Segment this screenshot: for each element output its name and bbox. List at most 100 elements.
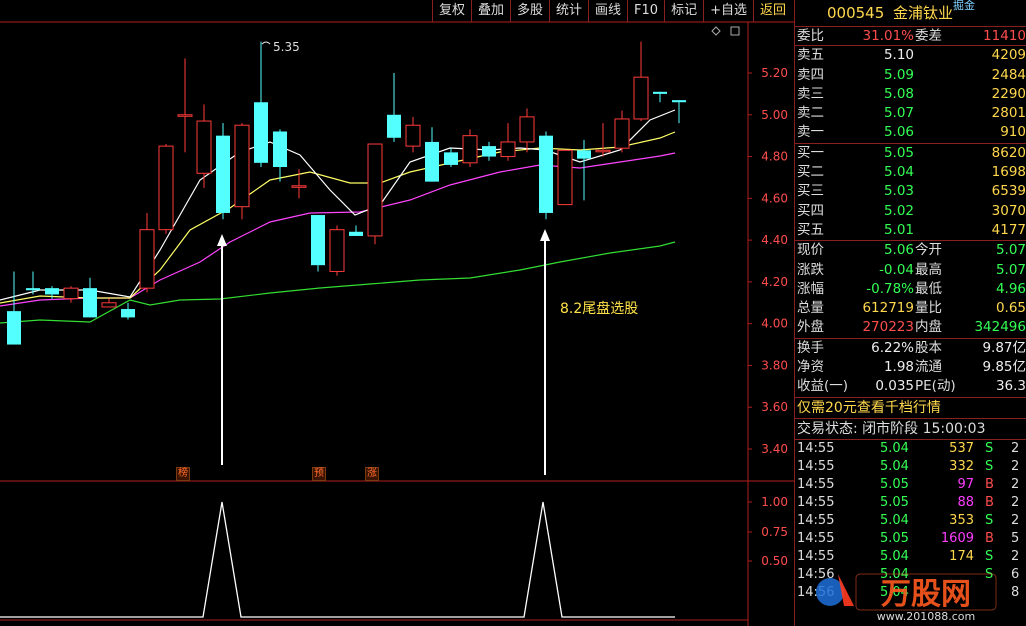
buy-level-4-value: 5.02 xyxy=(883,202,914,219)
sell-level-1-value: 5.06 xyxy=(883,124,914,141)
stat-row-2-label2: 最低 xyxy=(915,280,942,297)
tick-n: 6 xyxy=(1011,566,1020,582)
sell-level-5-value: 5.10 xyxy=(883,47,914,64)
buy-level-1-value2: 8620 xyxy=(991,144,1026,161)
candle-body-up xyxy=(557,149,573,206)
toolbar-fuquan-button[interactable]: 复权 xyxy=(431,0,471,22)
kline-canvas[interactable]: 5.20 5.00 4.80 4.60 4.40 4.20 4.00 3.80 3.60 3.40… xyxy=(0,0,794,626)
tick-time: 14:55 xyxy=(797,530,835,546)
tick-n: 2 xyxy=(1011,458,1020,474)
candle-body-down xyxy=(425,141,439,182)
stat-row-2-value: -0.78% xyxy=(866,280,914,297)
toolbar-biaoji-button[interactable]: 标记 xyxy=(664,0,703,22)
buy-level-2: 买二 5.04 1698 xyxy=(795,163,1026,182)
tick-price: 5.04 xyxy=(880,512,909,528)
sell-level-1: 卖一 5.06 910 xyxy=(795,123,1026,142)
indicator-tick-label: 0.50 xyxy=(761,554,788,568)
fund-row-0-label: 换手 xyxy=(797,339,824,356)
stock-code: 000545 xyxy=(827,4,885,22)
tick-row: 14:55 5.04 332 S 2 xyxy=(795,458,1026,476)
stat-row-1-label2: 最高 xyxy=(915,261,942,278)
toolbar-diejia-button[interactable]: 叠加 xyxy=(470,0,510,22)
stat-row-1-label: 涨跌 xyxy=(797,261,824,278)
buy-level-3-label: 买三 xyxy=(797,183,824,200)
tick-n: 2 xyxy=(1011,548,1020,564)
tick-row: 14:55 5.04 537 S 2 xyxy=(795,440,1026,458)
candle-body-down xyxy=(482,146,496,157)
candle-body-up xyxy=(367,143,383,237)
candle-body-down xyxy=(672,100,686,103)
toolbar-huaxian-button[interactable]: 画线 xyxy=(588,0,627,22)
toolbar-f10-button[interactable]: F10 xyxy=(627,0,664,22)
signal-arrow-2-head xyxy=(540,229,550,241)
fund-row-2-value2: 36.3 xyxy=(995,378,1026,395)
marker-yu: 预 xyxy=(312,467,326,481)
sell-level-5: 卖五 5.10 4209 xyxy=(795,46,1026,65)
tick-bs: S xyxy=(985,440,994,456)
tick-row: 14:55 5.05 1609 B 5 xyxy=(795,530,1026,548)
tick-vol: 174 xyxy=(949,548,974,564)
buy-level-3-value2: 6539 xyxy=(991,183,1026,200)
tick-n: 5 xyxy=(1011,530,1020,546)
fund-row-0-label2: 股本 xyxy=(915,339,942,356)
candle-body-down xyxy=(121,309,135,318)
toolbar-tongji-button[interactable]: 统计 xyxy=(549,0,588,22)
stat-row-4-label: 外盘 xyxy=(797,319,824,336)
buy-level-5: 买五 5.01 4177 xyxy=(795,221,1026,240)
toolbar-fanhui-button[interactable]: 返回 xyxy=(752,0,792,22)
candle-body-down xyxy=(254,102,268,163)
toolbar-zixuan-button[interactable]: +自选 xyxy=(703,0,753,22)
candle-body-down xyxy=(539,135,553,213)
tick-time: 14:55 xyxy=(797,512,835,528)
watermark-url: www.201088.com xyxy=(877,610,975,623)
window-icon xyxy=(730,26,740,36)
tick-n: 2 xyxy=(1011,494,1020,510)
tick-time: 14:55 xyxy=(797,494,835,510)
tick-vol: 353 xyxy=(949,512,974,528)
sell-level-3-value: 5.08 xyxy=(883,85,914,102)
fund-row-2-label: 收益(一) xyxy=(797,378,849,395)
tick-price: 5.05 xyxy=(880,530,909,546)
candle-body-up xyxy=(329,229,345,272)
tick-n: 2 xyxy=(1011,512,1020,528)
fund-row-1-value: 1.98 xyxy=(883,359,914,376)
signal-arrow-1-head xyxy=(217,234,227,246)
candle-body-up xyxy=(633,76,649,120)
buy-level-5-value2: 4177 xyxy=(991,221,1026,238)
sell-book: 卖五 5.10 4209 卖四 5.09 2484 卖三 5.08 2290 卖二 5.07 2801… xyxy=(795,45,1026,142)
candle-body-down xyxy=(577,150,591,159)
candle-body-up xyxy=(101,302,117,308)
price-tick-label: 4.80 xyxy=(761,150,788,164)
fund-row-1-value2: 9.85亿 xyxy=(982,359,1026,376)
buy-level-2-value2: 1698 xyxy=(991,164,1026,181)
tick-time: 14:55 xyxy=(797,458,835,474)
peak-pointer-icon xyxy=(261,41,271,45)
fund-row-1-label2: 流通 xyxy=(915,359,942,376)
stat-row-4-label2: 内盘 xyxy=(915,319,942,336)
buy-level-1-value: 5.05 xyxy=(883,144,914,161)
toolbar-duogu-button[interactable]: 多股 xyxy=(509,0,549,22)
tick-price: 5.05 xyxy=(880,494,909,510)
buy-level-2-value: 5.04 xyxy=(883,164,914,181)
candle-body-up xyxy=(177,114,193,117)
promo-link[interactable]: 仅需20元查看千档行情 xyxy=(795,396,1026,418)
stat-row-4-value2: 342496 xyxy=(974,319,1026,336)
diamond-icon xyxy=(711,26,721,36)
kline-chart[interactable]: 5.20 5.00 4.80 4.60 4.40 4.20 4.00 3.80 3.60 3.40… xyxy=(0,0,794,626)
fund-row-0-value: 6.22% xyxy=(871,339,914,356)
candle-body-up xyxy=(462,135,478,164)
candle-body-up xyxy=(139,229,155,289)
tick-price: 5.04 xyxy=(880,548,909,564)
tick-vol: 88 xyxy=(957,494,974,510)
fund-row-0-value2: 9.87亿 xyxy=(982,339,1026,356)
indicator-signal-line xyxy=(0,501,675,618)
trading-status: 交易状态: 闭市阶段 15:00:03 xyxy=(795,417,1026,439)
juejin-tag[interactable]: 掘金 xyxy=(953,0,975,13)
price-tick-label: 3.60 xyxy=(761,400,788,414)
price-tick-label: 5.00 xyxy=(761,108,788,122)
tick-bs: B xyxy=(985,530,994,546)
buy-level-3-value: 5.03 xyxy=(883,183,914,200)
buy-book: 买一 5.05 8620 买二 5.04 1698 买三 5.03 6539 买四 5.02 3070… xyxy=(795,142,1026,240)
sell-level-1-value2: 910 xyxy=(1000,124,1026,141)
candle-body-down xyxy=(45,288,59,295)
